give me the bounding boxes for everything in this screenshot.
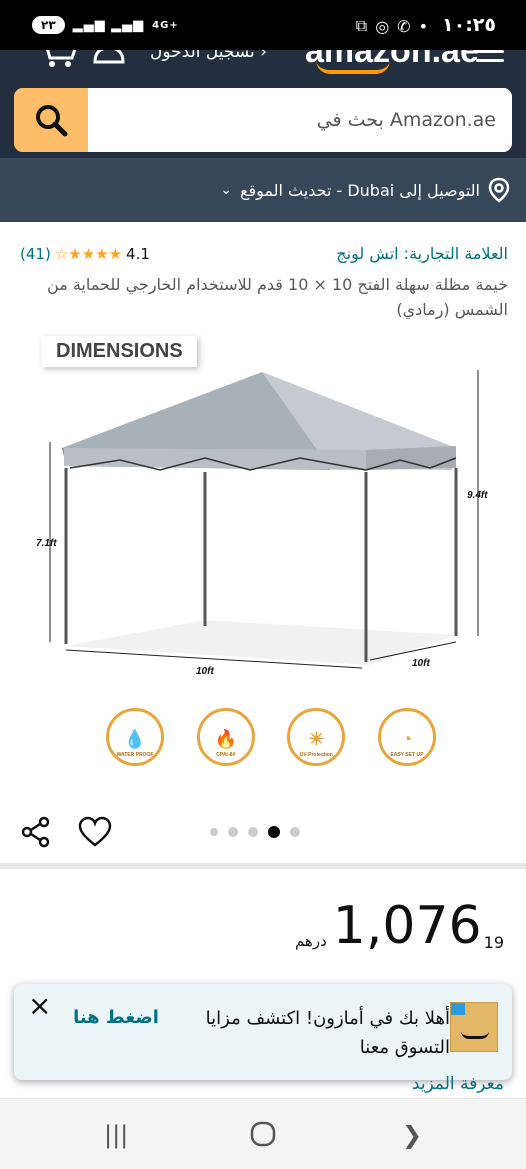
width-side-label: 10ft xyxy=(412,658,430,669)
search-icon xyxy=(36,105,68,137)
dimensions-badge: DIMENSIONS xyxy=(42,336,197,367)
rating-value: 4.1 xyxy=(126,244,150,263)
carousel-dot[interactable] xyxy=(248,827,258,837)
image-actions xyxy=(20,812,508,852)
carousel-dot-active[interactable] xyxy=(268,826,280,838)
user-icon[interactable] xyxy=(92,50,126,64)
recent-apps-icon[interactable]: ||| xyxy=(104,1121,128,1149)
height-right-label: 9.4ft xyxy=(467,490,488,501)
search-input[interactable] xyxy=(88,88,512,152)
brand-link[interactable]: العلامة التجارية: اتش لونج xyxy=(336,244,508,263)
chevron-down-icon: ⌄ xyxy=(220,182,232,198)
system-nav-bar: ||| ❯ xyxy=(0,1098,526,1169)
brand-rating-row: (41) ☆★★★★ 4.1 العلامة التجارية: اتش لون… xyxy=(20,244,508,263)
amazon-box-icon xyxy=(450,1002,498,1052)
delivery-location-bar[interactable]: التوصيل إلى Dubai - تحديث الموقع ⌄ xyxy=(0,158,526,222)
close-icon[interactable]: × xyxy=(28,992,51,1020)
price-currency: درهم xyxy=(294,932,327,950)
whatsapp-icon: ✆ xyxy=(397,16,411,36)
signin-link[interactable]: تسجيل الدخول › xyxy=(150,50,267,62)
location-pin-icon xyxy=(488,177,510,203)
search-button[interactable] xyxy=(14,88,88,152)
welcome-popup: × اضغط هنا أهلا بك في أمازون! اكتشف مزاي… xyxy=(14,984,512,1080)
flame-icon: 🔥 xyxy=(214,729,237,749)
instagram-icon: ◎ xyxy=(375,16,390,36)
screen-record-icon: ⧉ xyxy=(355,16,368,35)
network-type: 4G+ xyxy=(152,19,179,31)
section-divider xyxy=(0,863,526,869)
clock-icon: ◔ xyxy=(401,729,413,749)
cart-icon[interactable] xyxy=(38,50,78,68)
price-fraction: 19 xyxy=(483,933,504,952)
logo-smile xyxy=(316,60,390,74)
rating-summary[interactable]: (41) ☆★★★★ 4.1 xyxy=(20,245,150,263)
notification-icons: ⧉ ◎ ✆ • xyxy=(356,16,428,36)
menu-icon[interactable] xyxy=(476,50,504,64)
home-icon[interactable] xyxy=(250,1121,276,1153)
dot-icon: • xyxy=(418,16,428,36)
easy-setup-badge: ◔ EASY SET UP xyxy=(377,708,436,766)
feature-badges: 💧 WATER PROOF 🔥 CPAI-84 ☀ UV Protection ◔ EA… xyxy=(106,708,436,766)
sun-icon: ☀ xyxy=(308,729,325,749)
back-icon[interactable]: ❯ xyxy=(402,1121,422,1149)
share-icon[interactable] xyxy=(20,816,52,852)
learn-more-link[interactable]: معرفة المزيد xyxy=(412,1074,504,1094)
heart-icon[interactable] xyxy=(78,816,112,852)
width-front-label: 10ft xyxy=(196,666,214,677)
height-left-label: 7.1ft xyxy=(36,538,57,549)
signal-icon: ▂▄▆ ▂▄▆ xyxy=(72,17,145,33)
status-left: ٢٣ ▂▄▆ ▂▄▆ 4G+ xyxy=(32,16,179,34)
product-title: خيمة مظلة سهلة الفتح 10 × 10 قدم للاستخد… xyxy=(47,275,508,319)
carousel-dots xyxy=(210,826,300,838)
carousel-dot[interactable] xyxy=(228,827,238,837)
header: تسجيل الدخول › amazon.ae xyxy=(0,50,526,158)
price: درهم 1,076 19 xyxy=(295,896,504,956)
uv-badge: ☀ UV Protection xyxy=(287,708,346,766)
water-drop-icon: 💧 xyxy=(123,729,147,749)
battery-indicator: ٢٣ xyxy=(32,16,65,34)
delivery-text: التوصيل إلى Dubai - تحديث الموقع xyxy=(239,180,480,200)
rating-count[interactable]: (41) xyxy=(20,245,51,263)
carousel-dot[interactable] xyxy=(290,827,300,837)
cpai-badge: 🔥 CPAI-84 xyxy=(196,708,255,766)
carousel-dot[interactable] xyxy=(210,828,218,836)
search-bar xyxy=(14,88,512,152)
status-bar: ٢٣ ▂▄▆ ▂▄▆ 4G+ ⧉ ◎ ✆ • ١٠:٢٥ xyxy=(0,0,526,50)
popup-message: أهلا بك في أمازون! اكتشف مزايا التسوق مع… xyxy=(205,1008,450,1058)
star-rating-icon: ☆★★★★ xyxy=(54,244,123,263)
status-time: ١٠:٢٥ xyxy=(442,14,496,36)
popup-cta-link[interactable]: اضغط هنا xyxy=(72,1004,160,1032)
price-whole: 1,076 xyxy=(332,896,482,956)
waterproof-badge: 💧 WATER PROOF xyxy=(106,708,164,766)
